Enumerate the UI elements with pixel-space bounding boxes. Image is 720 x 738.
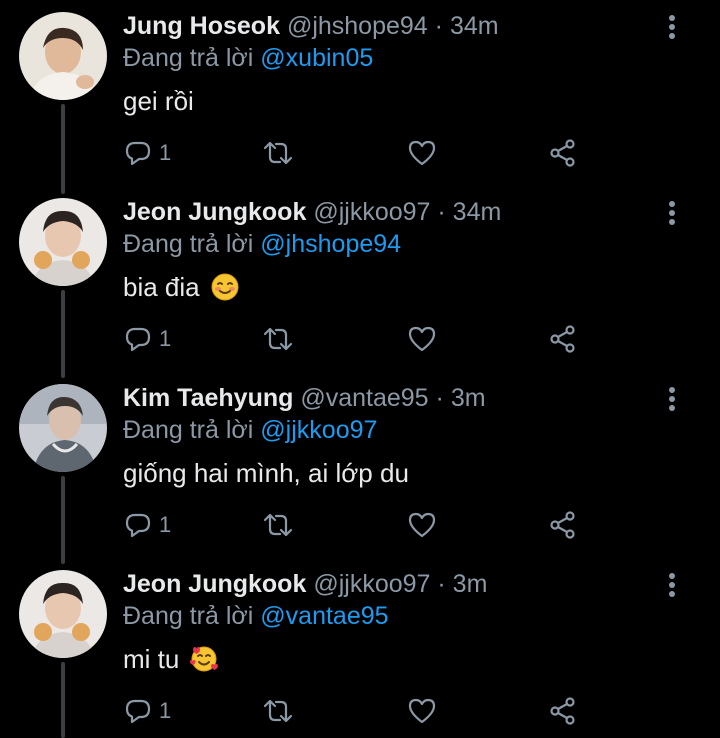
tweet-header: Jung Hoseok @jhshope94 · 34m: [123, 11, 499, 41]
reply-count: 1: [159, 140, 172, 165]
separator-dot: ·: [435, 384, 444, 412]
tweet-text: gei rồi: [123, 85, 194, 117]
avatar[interactable]: [19, 570, 107, 658]
user-handle[interactable]: @jjkkoo97: [313, 570, 430, 598]
reply-thread: Jung Hoseok @jhshope94 · 34m Đang trả lờ…: [0, 0, 720, 738]
reply-button[interactable]: 1: [123, 696, 171, 726]
retweet-icon: [263, 699, 293, 723]
tweet-header: Jeon Jungkook @jjkkoo97 · 3m: [123, 569, 487, 599]
avatar[interactable]: [19, 198, 107, 286]
mention-link[interactable]: @jhshope94: [260, 230, 401, 258]
retweet-icon: [263, 513, 293, 537]
reply-count: 1: [159, 326, 172, 351]
like-button[interactable]: [407, 696, 437, 726]
replying-to: Đang trả lời @jhshope94: [123, 229, 401, 259]
retweet-button[interactable]: [261, 696, 295, 726]
tweet-text-content: mi tu: [123, 644, 180, 674]
like-icon: [408, 698, 436, 724]
share-button[interactable]: [548, 138, 578, 168]
replying-to: Đang trả lời @xubin05: [123, 43, 373, 73]
more-icon[interactable]: [660, 384, 684, 414]
share-icon: [550, 325, 575, 353]
reply-button[interactable]: 1: [123, 324, 171, 354]
user-handle[interactable]: @jhshope94: [287, 12, 428, 40]
more-icon[interactable]: [660, 570, 684, 600]
display-name[interactable]: Kim Taehyung: [123, 384, 293, 412]
separator-dot: ·: [434, 12, 443, 40]
share-icon: [550, 697, 575, 725]
tweet-actions: 1: [123, 696, 593, 726]
user-handle[interactable]: @jjkkoo97: [313, 198, 430, 226]
smiling-face-with-hearts-emoji: [189, 644, 219, 674]
avatar[interactable]: [19, 384, 107, 472]
separator-dot: ·: [437, 570, 446, 598]
tweet-text: giống hai mình, ai lớp du: [123, 457, 409, 489]
replying-to: Đang trả lời @jjkkoo97: [123, 415, 377, 445]
mention-link[interactable]: @xubin05: [260, 44, 373, 72]
retweet-icon: [263, 141, 293, 165]
reply-icon: [125, 141, 151, 166]
retweet-button[interactable]: [261, 510, 295, 540]
tweet-actions: 1: [123, 324, 593, 354]
reply-button[interactable]: 1: [123, 138, 171, 168]
reply-icon: [125, 699, 151, 724]
timestamp[interactable]: 3m: [451, 384, 486, 412]
display-name[interactable]: Jung Hoseok: [123, 12, 280, 40]
timestamp[interactable]: 34m: [450, 12, 499, 40]
tweet-header: Kim Taehyung @vantae95 · 3m: [123, 383, 486, 413]
tweet[interactable]: Jeon Jungkook @jjkkoo97 · 34m Đang trả l…: [0, 186, 720, 372]
like-icon: [408, 512, 436, 538]
display-name[interactable]: Jeon Jungkook: [123, 198, 306, 226]
share-button[interactable]: [548, 696, 578, 726]
share-icon: [550, 511, 575, 539]
tweet-text-content: gei rồi: [123, 86, 194, 116]
reply-count: 1: [159, 698, 172, 723]
share-button[interactable]: [548, 324, 578, 354]
smiling-face-emoji: [210, 272, 240, 302]
tweet[interactable]: Kim Taehyung @vantae95 · 3m Đang trả lời…: [0, 372, 720, 558]
reply-count: 1: [159, 512, 172, 537]
user-handle[interactable]: @vantae95: [300, 384, 428, 412]
more-icon[interactable]: [660, 198, 684, 228]
display-name[interactable]: Jeon Jungkook: [123, 570, 306, 598]
tweet-text: mi tu: [123, 643, 219, 675]
replying-to: Đang trả lời @vantae95: [123, 601, 389, 631]
like-button[interactable]: [407, 138, 437, 168]
tweet-actions: 1: [123, 510, 593, 540]
replying-to-label: Đang trả lời: [123, 602, 254, 630]
retweet-icon: [263, 327, 293, 351]
tweet[interactable]: Jung Hoseok @jhshope94 · 34m Đang trả lờ…: [0, 0, 720, 186]
like-icon: [408, 326, 436, 352]
more-icon[interactable]: [660, 12, 684, 42]
retweet-button[interactable]: [261, 324, 295, 354]
mention-link[interactable]: @vantae95: [260, 602, 388, 630]
replying-to-label: Đang trả lời: [123, 230, 254, 258]
reply-icon: [125, 513, 151, 538]
tweet-text-content: bia đia: [123, 272, 200, 302]
tweet-header: Jeon Jungkook @jjkkoo97 · 34m: [123, 197, 501, 227]
like-button[interactable]: [407, 510, 437, 540]
share-button[interactable]: [548, 510, 578, 540]
retweet-button[interactable]: [261, 138, 295, 168]
tweet-actions: 1: [123, 138, 593, 168]
timestamp[interactable]: 3m: [453, 570, 488, 598]
replying-to-label: Đang trả lời: [123, 416, 254, 444]
share-icon: [550, 139, 575, 167]
avatar[interactable]: [19, 12, 107, 100]
tweet-text: bia đia: [123, 271, 240, 303]
tweet-text-content: giống hai mình, ai lớp du: [123, 458, 409, 488]
like-icon: [408, 140, 436, 166]
reply-icon: [125, 327, 151, 352]
timestamp[interactable]: 34m: [453, 198, 502, 226]
reply-button[interactable]: 1: [123, 510, 171, 540]
tweet[interactable]: Jeon Jungkook @jjkkoo97 · 3m Đang trả lờ…: [0, 558, 720, 738]
mention-link[interactable]: @jjkkoo97: [260, 416, 377, 444]
replying-to-label: Đang trả lời: [123, 44, 254, 72]
separator-dot: ·: [437, 198, 446, 226]
like-button[interactable]: [407, 324, 437, 354]
